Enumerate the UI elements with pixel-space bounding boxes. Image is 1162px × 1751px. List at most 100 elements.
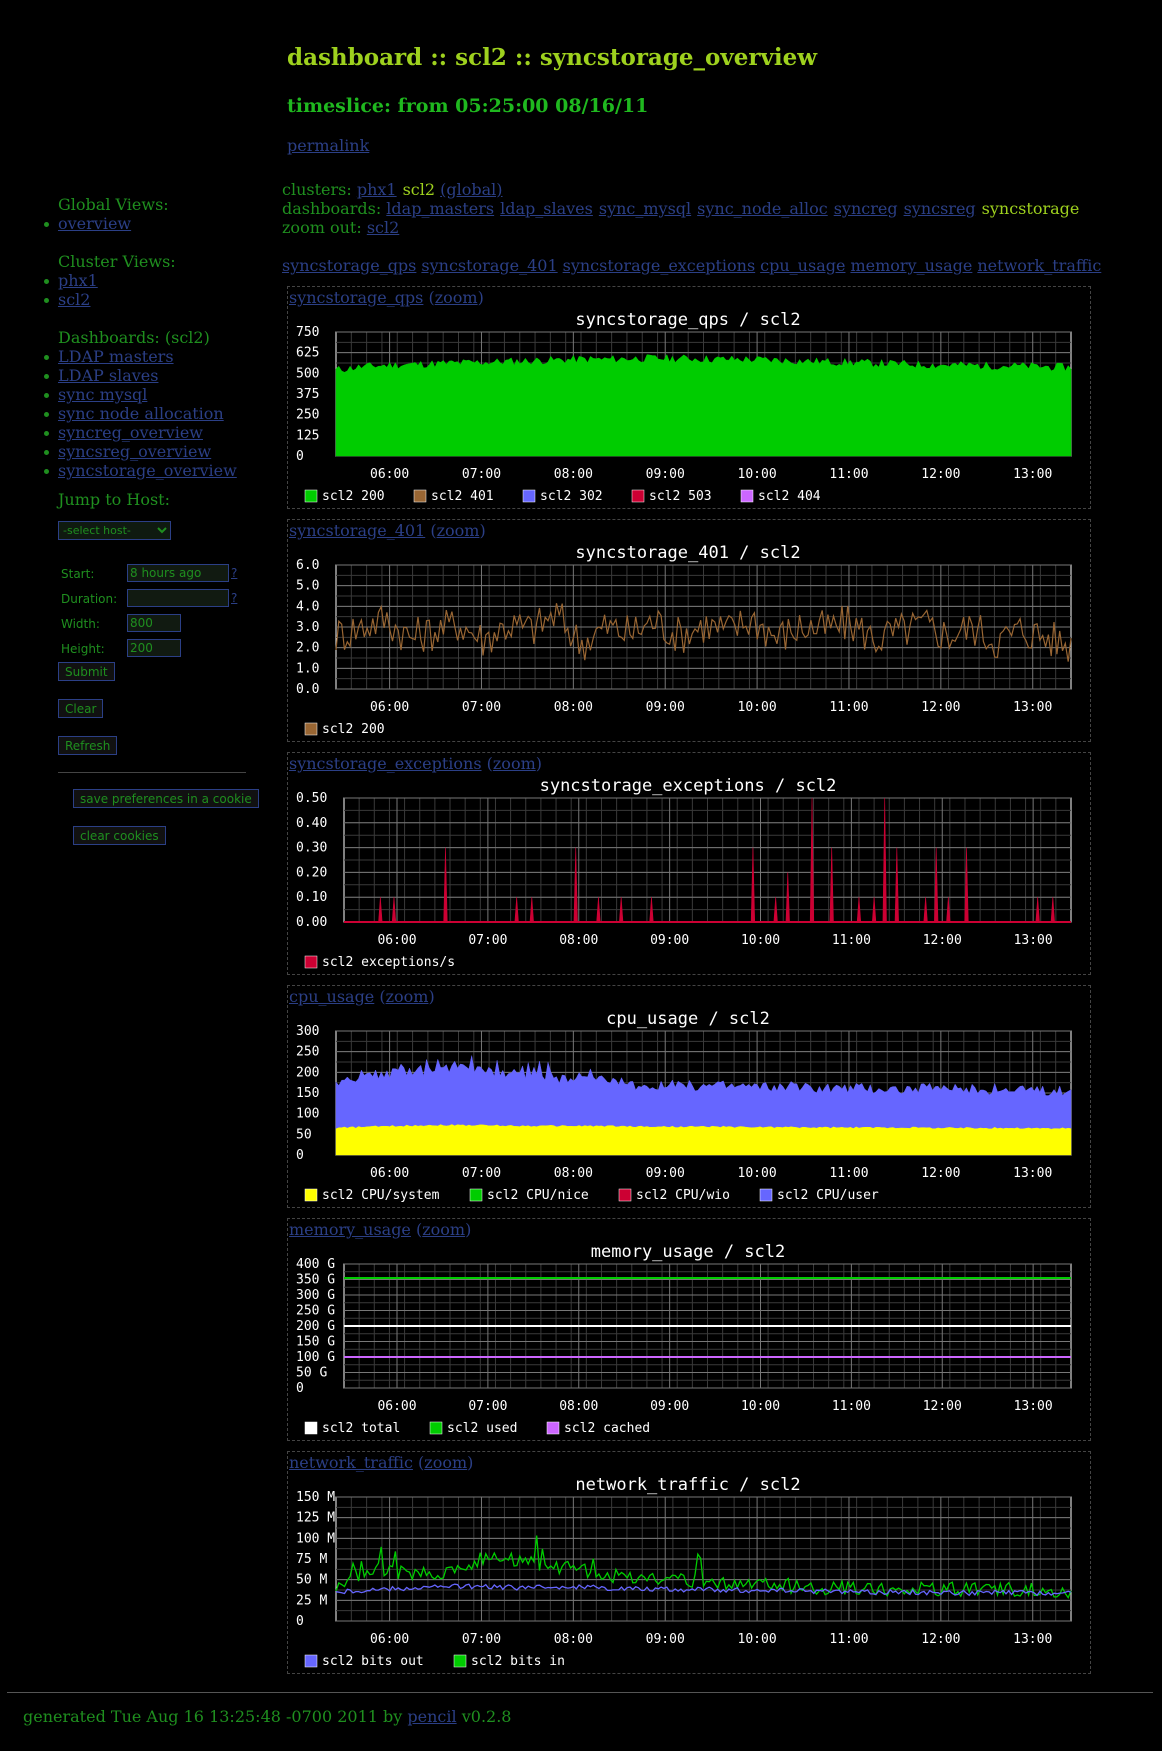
legend-swatch bbox=[740, 489, 754, 503]
refresh-button[interactable]: Refresh bbox=[58, 736, 118, 755]
x-tick-label: 06:00 bbox=[370, 1166, 409, 1181]
width-input[interactable] bbox=[127, 614, 181, 632]
dashboard-link[interactable]: syncreg bbox=[834, 199, 898, 218]
dashboard-view-link[interactable]: sync mysql bbox=[58, 385, 147, 404]
y-tick-label: 1.0 bbox=[296, 661, 319, 676]
dashboards-heading: Dashboards: (scl2) bbox=[58, 328, 210, 347]
x-tick-label: 08:00 bbox=[559, 933, 598, 948]
y-tick-label: 200 bbox=[296, 1065, 319, 1080]
chart-title: syncstorage_exceptions / scl2 bbox=[540, 776, 837, 796]
start-input[interactable] bbox=[127, 564, 229, 582]
cluster-link-global[interactable]: (global) bbox=[440, 180, 502, 199]
y-tick-label: 750 bbox=[296, 325, 319, 340]
clusters-label: clusters: bbox=[282, 180, 352, 199]
cluster-view-link[interactable]: phx1 bbox=[58, 271, 98, 290]
save-preferences-button[interactable]: save preferences in a cookie bbox=[73, 789, 259, 808]
duration-label: Duration: bbox=[61, 592, 118, 606]
dashboard-view-link[interactable]: LDAP masters bbox=[58, 347, 174, 366]
legend-label: scl2 bits in bbox=[471, 1654, 565, 1669]
cluster-link-phx1[interactable]: phx1 bbox=[357, 180, 397, 199]
dashboard-link[interactable]: ldap_slaves bbox=[500, 199, 593, 218]
x-tick-label: 10:00 bbox=[738, 700, 777, 715]
y-tick-label: 0.30 bbox=[296, 841, 327, 856]
dashboard-view-link[interactable]: syncstorage_overview bbox=[58, 461, 237, 480]
chart-title: syncstorage_401 / scl2 bbox=[575, 543, 800, 563]
legend-label: scl2 401 bbox=[431, 489, 494, 504]
y-tick-label: 50 bbox=[296, 1127, 312, 1142]
dashboard-view-link[interactable]: sync node allocation bbox=[58, 404, 224, 423]
graph-panel: syncstorage_401 (zoom) syncstorage_401 /… bbox=[287, 519, 1091, 742]
x-tick-label: 06:00 bbox=[370, 700, 409, 715]
legend-label: scl2 total bbox=[322, 1421, 400, 1436]
y-tick-label: 125 M bbox=[296, 1511, 335, 1526]
y-tick-label: 0.10 bbox=[296, 890, 327, 905]
graph-nav-link[interactable]: network_traffic bbox=[977, 256, 1101, 275]
duration-input[interactable] bbox=[127, 589, 229, 607]
dashboard-link[interactable]: syncsreg bbox=[904, 199, 976, 218]
y-tick-label: 100 M bbox=[296, 1531, 335, 1546]
legend-label: scl2 CPU/user bbox=[777, 1188, 879, 1203]
graph-nav-link[interactable]: memory_usage bbox=[850, 256, 972, 275]
graph-nav-link[interactable]: syncstorage_qps bbox=[282, 256, 416, 275]
cluster-views-heading: Cluster Views: bbox=[58, 252, 176, 271]
graph-nav-link[interactable]: cpu_usage bbox=[760, 256, 845, 275]
dashboard-view-link[interactable]: syncreg_overview bbox=[58, 423, 203, 442]
global-view-link[interactable]: overview bbox=[58, 214, 131, 233]
dashboard-link[interactable]: sync_mysql bbox=[599, 199, 691, 218]
legend-label: scl2 exceptions/s bbox=[322, 955, 455, 970]
y-tick-label: 0.50 bbox=[296, 791, 327, 806]
x-tick-label: 13:00 bbox=[1013, 700, 1052, 715]
list-item: LDAP slaves bbox=[44, 366, 288, 385]
height-label: Height: bbox=[61, 642, 105, 656]
zoomout-link[interactable]: scl2 bbox=[367, 218, 399, 237]
legend-label: scl2 200 bbox=[322, 722, 385, 737]
width-label: Width: bbox=[61, 617, 100, 631]
height-input[interactable] bbox=[127, 639, 181, 657]
legend-swatch bbox=[469, 1188, 483, 1202]
duration-help-link[interactable]: ? bbox=[231, 591, 237, 605]
cluster-view-link[interactable]: scl2 bbox=[58, 290, 90, 309]
x-tick-label: 11:00 bbox=[829, 1166, 868, 1181]
clear-button[interactable]: Clear bbox=[58, 699, 104, 718]
host-select[interactable]: -select host- bbox=[58, 521, 171, 540]
x-tick-label: 11:00 bbox=[829, 1632, 868, 1647]
dashboard-link[interactable]: ldap_masters bbox=[386, 199, 494, 218]
x-tick-label: 07:00 bbox=[462, 1632, 501, 1647]
legend-swatch bbox=[304, 955, 318, 969]
submit-button[interactable]: Submit bbox=[58, 662, 115, 681]
legend-label: scl2 bits out bbox=[322, 1654, 424, 1669]
start-help-link[interactable]: ? bbox=[231, 566, 237, 580]
legend-swatch bbox=[304, 1421, 318, 1435]
dashboard-view-link[interactable]: syncsreg_overview bbox=[58, 442, 211, 461]
x-tick-label: 07:00 bbox=[462, 467, 501, 482]
clear-cookies-button[interactable]: clear cookies bbox=[73, 826, 166, 845]
legend-label: scl2 404 bbox=[758, 489, 821, 504]
x-tick-label: 07:00 bbox=[462, 1166, 501, 1181]
network-chart: network_traffic / scl2 06:00 07:00 08:00 09:… bbox=[296, 1475, 1072, 1669]
legend-label: scl2 used bbox=[447, 1421, 517, 1436]
x-tick-label: 09:00 bbox=[650, 1399, 689, 1414]
y-tick-label: 0 bbox=[296, 1614, 304, 1629]
legend-swatch bbox=[413, 489, 427, 503]
dashboard-link[interactable]: sync_node_alloc bbox=[697, 199, 828, 218]
dashboard-view-link[interactable]: LDAP slaves bbox=[58, 366, 158, 385]
y-tick-label: 250 bbox=[296, 408, 319, 423]
y-tick-label: 150 G bbox=[296, 1335, 335, 1350]
graph-nav-link[interactable]: syncstorage_401 bbox=[421, 256, 557, 275]
legend-label: scl2 cached bbox=[564, 1421, 650, 1436]
permalink-link[interactable]: permalink bbox=[287, 136, 369, 155]
list-item: syncreg_overview bbox=[44, 423, 288, 442]
pencil-link[interactable]: pencil bbox=[407, 1707, 456, 1726]
x-tick-label: 09:00 bbox=[646, 467, 685, 482]
x-tick-label: 06:00 bbox=[370, 1632, 409, 1647]
x-tick-label: 12:00 bbox=[921, 700, 960, 715]
footer-divider bbox=[7, 1692, 1153, 1693]
y-tick-label: 0 bbox=[296, 1148, 304, 1163]
graph-nav-link[interactable]: syncstorage_exceptions bbox=[563, 256, 756, 275]
legend-swatch bbox=[631, 489, 645, 503]
legend-swatch bbox=[304, 1188, 318, 1202]
y-tick-label: 50 M bbox=[296, 1573, 327, 1588]
x-tick-label: 13:00 bbox=[1013, 1166, 1052, 1181]
legend-label: scl2 CPU/wio bbox=[636, 1188, 730, 1203]
list-item: phx1 bbox=[44, 271, 288, 290]
